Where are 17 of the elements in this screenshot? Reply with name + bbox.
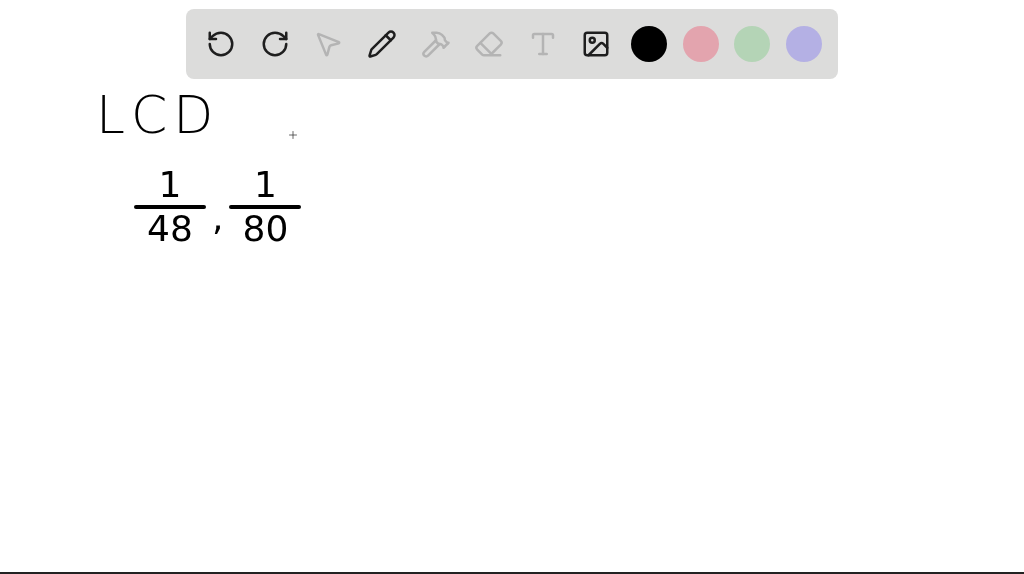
handwritten-heading: LCD [96,85,220,145]
color-swatch[interactable] [785,26,822,62]
color-swatch[interactable] [734,26,771,62]
fraction-denominator: 80 [242,209,289,249]
eraser-icon [474,29,505,59]
hammer-icon [420,29,451,59]
fraction-bar [134,205,206,209]
color-swatch[interactable] [631,26,667,62]
color-swatch[interactable] [682,26,719,62]
fraction-numerator: 1 [254,165,277,205]
pencil-icon [366,29,397,59]
image-icon [581,29,612,59]
fraction-numerator: 1 [158,165,182,205]
handwritten-comma: , [212,196,224,238]
fraction-denominator: 48 [147,209,193,249]
crosshair-cursor-icon [287,129,299,141]
undo-icon [206,29,236,59]
